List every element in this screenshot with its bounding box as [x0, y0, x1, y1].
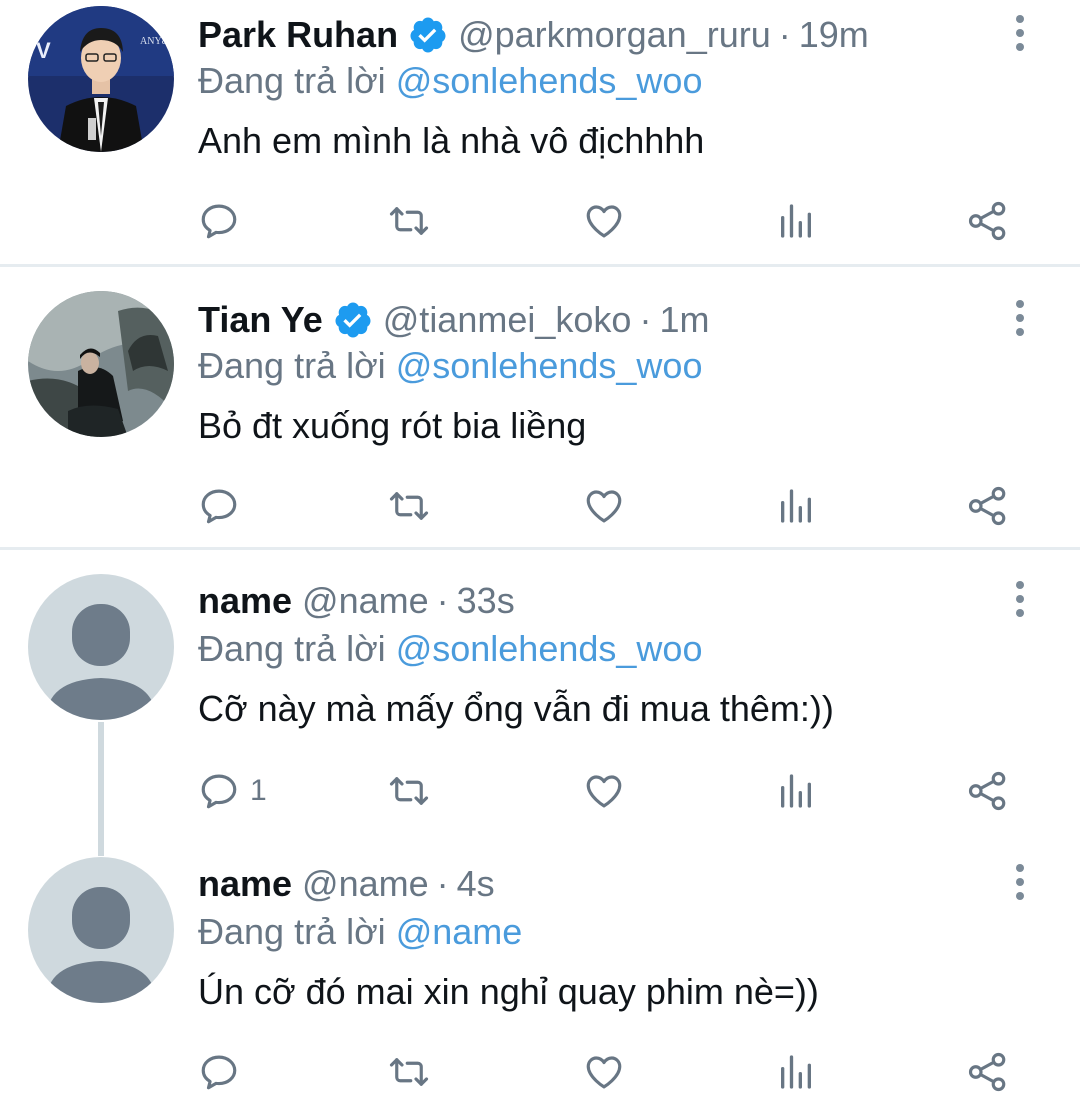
share-button[interactable] [966, 481, 1010, 531]
tweet-header: name @name · 33s [198, 576, 515, 626]
retweet-button[interactable] [386, 766, 432, 816]
separator-dot: · [778, 14, 791, 55]
divider [0, 264, 1080, 267]
reply-mention-link[interactable]: @sonlehends_woo [396, 345, 703, 386]
display-name[interactable]: name [198, 580, 292, 622]
reply-button[interactable]: 1 [198, 766, 267, 816]
reply-button[interactable] [198, 481, 250, 531]
avatar[interactable]: ANY&CO V [28, 6, 174, 152]
thread-connector-line [98, 722, 104, 856]
reply-mention-link[interactable]: @sonlehends_woo [396, 60, 703, 101]
analytics-button[interactable] [776, 196, 816, 246]
tweet-header: name @name · 4s [198, 859, 495, 909]
verified-badge-icon [333, 300, 373, 340]
analytics-icon [776, 200, 816, 242]
retweet-icon [386, 770, 432, 812]
reply-count: 1 [250, 774, 267, 807]
analytics-button[interactable] [776, 1047, 816, 1097]
display-name[interactable]: Tian Ye [198, 299, 323, 341]
separator-dot: · [436, 580, 449, 621]
divider [0, 547, 1080, 550]
share-button[interactable] [966, 1047, 1010, 1097]
default-avatar-icon[interactable] [28, 857, 174, 1003]
analytics-button[interactable] [776, 481, 816, 531]
tweet-header: Park Ruhan @parkmorgan_ruru · 19m [198, 10, 869, 60]
timestamp[interactable]: 19m [799, 14, 869, 56]
like-button[interactable] [582, 196, 626, 246]
retweet-button[interactable] [386, 196, 432, 246]
reply-context: Đang trả lời @sonlehends_woo [198, 60, 702, 102]
retweet-button[interactable] [386, 481, 432, 531]
share-icon [966, 770, 1010, 812]
reply-prefix: Đang trả lời [198, 60, 386, 101]
user-handle[interactable]: @name [302, 580, 429, 622]
action-bar: 1 [198, 766, 1058, 816]
analytics-button[interactable] [776, 766, 816, 816]
analytics-icon [776, 485, 816, 527]
like-icon [582, 485, 626, 527]
tweet-text: Bỏ đt xuống rót bia liềng [198, 405, 587, 446]
reply-prefix: Đang trả lời [198, 628, 386, 669]
reply-context: Đang trả lời @sonlehends_woo [198, 345, 702, 387]
reply-mention-link[interactable]: @sonlehends_woo [396, 628, 703, 669]
analytics-icon [776, 770, 816, 812]
default-avatar-icon[interactable] [28, 574, 174, 720]
reply-mention-link[interactable]: @name [396, 911, 523, 952]
share-button[interactable] [966, 766, 1010, 816]
user-handle[interactable]: @tianmei_koko [383, 299, 632, 341]
separator-dot: · [639, 299, 652, 340]
reply-button[interactable] [198, 1047, 250, 1097]
share-button[interactable] [966, 196, 1010, 246]
timestamp[interactable]: 4s [457, 863, 495, 905]
display-name[interactable]: Park Ruhan [198, 14, 398, 56]
user-handle[interactable]: @name [302, 863, 429, 905]
action-bar [198, 196, 1058, 246]
avatar[interactable] [28, 291, 174, 437]
retweet-icon [386, 200, 432, 242]
tweet-header: Tian Ye @tianmei_koko · 1m [198, 295, 709, 345]
reply-icon [198, 485, 240, 527]
more-icon[interactable] [1000, 857, 1040, 907]
reply-icon [198, 1051, 240, 1093]
reply-prefix: Đang trả lời [198, 345, 386, 386]
retweet-icon [386, 485, 432, 527]
like-button[interactable] [582, 1047, 626, 1097]
action-bar [198, 1047, 1058, 1097]
retweet-button[interactable] [386, 1047, 432, 1097]
action-bar [198, 481, 1058, 531]
timestamp[interactable]: 33s [457, 580, 515, 622]
svg-text:ANY&CO: ANY&CO [140, 36, 174, 47]
tweet-text: Cỡ này mà mấy ổng vẫn đi mua thêm:)) [198, 688, 834, 729]
like-icon [582, 1051, 626, 1093]
reply-prefix: Đang trả lời [198, 911, 386, 952]
tweet-text: Anh em mình là nhà vô địchhhh [198, 120, 705, 161]
reply-icon [198, 200, 240, 242]
retweet-icon [386, 1051, 432, 1093]
more-icon[interactable] [1000, 293, 1040, 343]
like-icon [582, 200, 626, 242]
like-button[interactable] [582, 481, 626, 531]
more-icon[interactable] [1000, 8, 1040, 58]
share-icon [966, 200, 1010, 242]
share-icon [966, 485, 1010, 527]
reply-button[interactable] [198, 196, 250, 246]
more-icon[interactable] [1000, 574, 1040, 624]
reply-icon [198, 770, 240, 812]
analytics-icon [776, 1051, 816, 1093]
display-name[interactable]: name [198, 863, 292, 905]
like-icon [582, 770, 626, 812]
verified-badge-icon [408, 15, 448, 55]
separator-dot: · [436, 863, 449, 904]
reply-context: Đang trả lời @sonlehends_woo [198, 628, 702, 670]
user-handle[interactable]: @parkmorgan_ruru [458, 14, 771, 56]
svg-text:V: V [36, 38, 51, 63]
timestamp[interactable]: 1m [659, 299, 709, 341]
tweet-text: Ún cỡ đó mai xin nghỉ quay phim nè=)) [198, 971, 819, 1012]
reply-context: Đang trả lời @name [198, 911, 522, 953]
share-icon [966, 1051, 1010, 1093]
like-button[interactable] [582, 766, 626, 816]
